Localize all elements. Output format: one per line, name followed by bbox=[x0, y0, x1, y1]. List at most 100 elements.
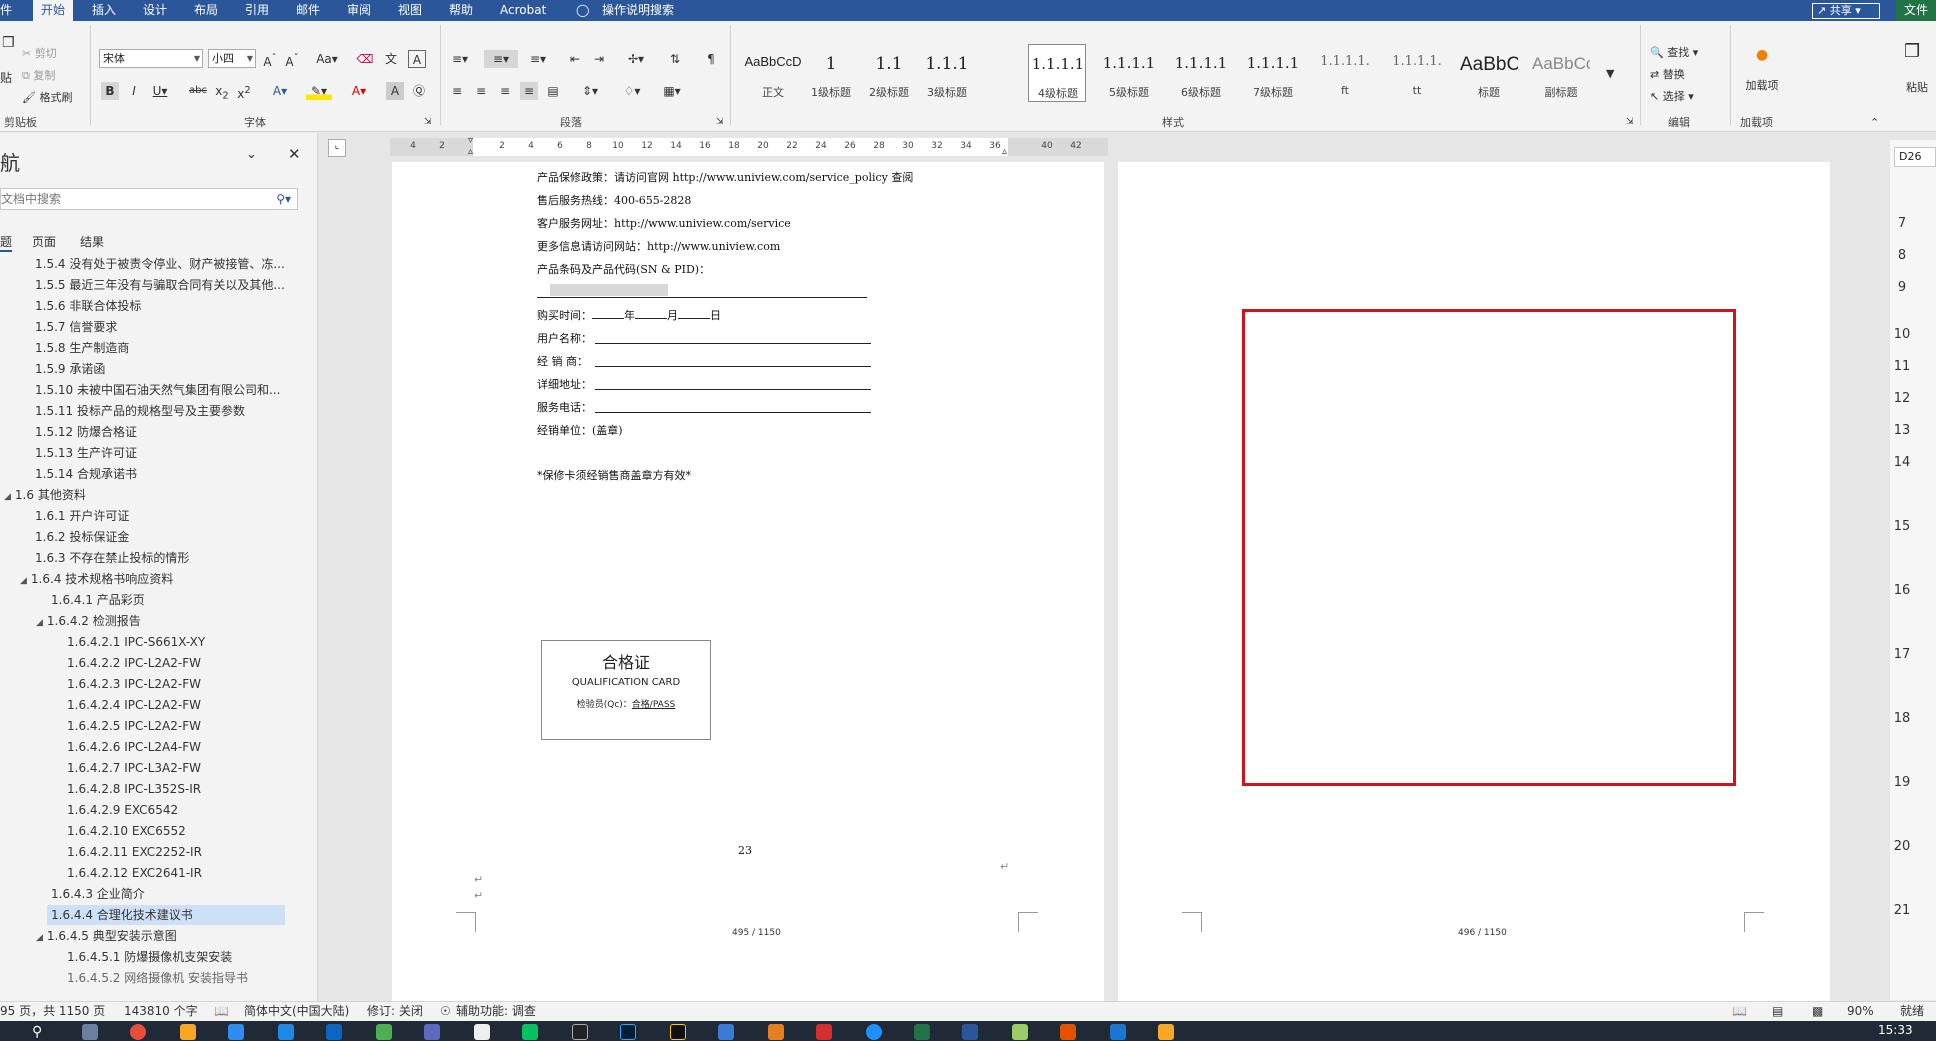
style-tile-heading-7[interactable]: 1.1.1.1 7级标题 bbox=[1244, 44, 1302, 102]
style-tile-title[interactable]: AaBbC 标题 bbox=[1460, 44, 1518, 102]
folder-icon[interactable] bbox=[1158, 1024, 1174, 1040]
align-right-button[interactable]: ≡ bbox=[496, 82, 514, 100]
row-number[interactable]: 16 bbox=[1890, 583, 1914, 598]
app-icon[interactable] bbox=[376, 1024, 392, 1040]
change-case-button[interactable]: Aa▾ bbox=[314, 50, 340, 68]
nav-item[interactable]: 1.6.4.2.11 EXC2252-IR bbox=[67, 842, 202, 862]
chrome-icon[interactable] bbox=[130, 1024, 146, 1040]
app-icon[interactable] bbox=[572, 1024, 588, 1040]
font-dialog-launcher-icon[interactable]: ⇲ bbox=[424, 117, 432, 127]
collapse-arrow-icon[interactable]: ◢ bbox=[36, 618, 43, 628]
wechat-icon[interactable] bbox=[522, 1024, 538, 1040]
distributed-button[interactable]: ▤ bbox=[544, 82, 562, 100]
nav-item[interactable]: 1.6.3 不存在禁止投标的情形 bbox=[35, 548, 189, 568]
nav-item[interactable]: 1.6.4.5.1 防爆摄像机支架安装 bbox=[67, 947, 232, 967]
paste-label[interactable]: 贴 bbox=[0, 69, 12, 86]
align-center-button[interactable]: ≡ bbox=[472, 82, 490, 100]
collapse-arrow-icon[interactable]: ◢ bbox=[20, 576, 27, 586]
style-tile-heading-5[interactable]: 1.1.1.1 5级标题 bbox=[1100, 44, 1158, 102]
nav-item[interactable]: 1.5.8 生产制造商 bbox=[35, 338, 129, 358]
search-icon[interactable]: ⚲ bbox=[32, 1024, 48, 1040]
font-name-combo[interactable]: 宋体 ▼ bbox=[99, 49, 203, 68]
app-icon[interactable] bbox=[228, 1024, 244, 1040]
qq-icon[interactable] bbox=[670, 1024, 686, 1040]
nav-item[interactable]: 1.6.4.2.12 EXC2641-IR bbox=[67, 863, 202, 883]
character-border-button[interactable]: A bbox=[408, 50, 426, 68]
tab-selector-icon[interactable]: ⌞ bbox=[328, 139, 346, 157]
web-layout-icon[interactable]: ▩ bbox=[1812, 1002, 1823, 1021]
tab-help[interactable]: 帮助 bbox=[449, 0, 473, 21]
styles-dialog-launcher-icon[interactable]: ⇲ bbox=[1626, 117, 1634, 127]
row-number[interactable]: 14 bbox=[1890, 455, 1914, 470]
addin-icon[interactable]: ● bbox=[1756, 47, 1768, 63]
right-indent-marker-icon[interactable]: ▵ bbox=[1002, 146, 1007, 157]
nav-item[interactable]: 1.5.4 没有处于被责令停业、财产被接管、冻... bbox=[35, 254, 285, 274]
app-icon[interactable] bbox=[424, 1024, 440, 1040]
horizontal-ruler[interactable]: 4 2 2 4 6 8 10 12 14 16 18 20 22 24 26 2… bbox=[390, 135, 1108, 157]
font-size-combo[interactable]: 小四 ▼ bbox=[208, 49, 256, 68]
nav-item[interactable]: 1.6.4.2.1 IPC-S661X-XY bbox=[67, 632, 205, 652]
paste-icon[interactable]: ❒ bbox=[2, 35, 15, 51]
show-marks-button[interactable]: ¶ bbox=[702, 50, 720, 68]
row-number[interactable]: 21 bbox=[1890, 903, 1914, 918]
styles-more-icon[interactable]: ▼ bbox=[1606, 67, 1614, 80]
nav-item[interactable]: 1.6.4.2.9 EXC6542 bbox=[67, 800, 178, 820]
nav-item-expandable[interactable]: ◢ 1.6.4.2 检测报告 bbox=[36, 611, 141, 631]
tab-acrobat[interactable]: Acrobat bbox=[500, 0, 546, 21]
multilevel-list-button[interactable]: ≡▾ bbox=[524, 50, 552, 68]
app-icon[interactable] bbox=[1060, 1024, 1076, 1040]
shrink-font-button[interactable]: Aˇ bbox=[284, 50, 300, 69]
close-icon[interactable]: ✕ bbox=[288, 145, 301, 163]
style-tile-heading-4[interactable]: 1.1.1.1 4级标题 bbox=[1028, 44, 1086, 102]
share-button[interactable]: ↗ 共享 ▾ bbox=[1812, 3, 1880, 19]
row-number[interactable]: 12 bbox=[1890, 391, 1914, 406]
subscript-button[interactable]: x2 bbox=[214, 82, 230, 101]
shading-button[interactable]: ♢▾ bbox=[618, 82, 646, 100]
copy-button[interactable]: ⧉ 复制 bbox=[22, 67, 55, 83]
nav-item[interactable]: 1.5.13 生产许可证 bbox=[35, 443, 137, 463]
app-icon[interactable] bbox=[278, 1024, 294, 1040]
bullets-button[interactable]: ≡▾ bbox=[448, 50, 472, 68]
nav-item[interactable]: 1.6.4.3 企业简介 bbox=[51, 884, 145, 904]
nav-item[interactable]: 1.6.4.1 产品彩页 bbox=[51, 590, 145, 610]
nav-item[interactable]: 1.6.2 投标保证金 bbox=[35, 527, 129, 547]
nav-item[interactable]: 1.5.10 未被中国石油天然气集团有限公司和... bbox=[35, 380, 285, 400]
excel-icon[interactable] bbox=[914, 1024, 930, 1040]
underline-button[interactable]: U▾ bbox=[149, 82, 171, 100]
app-icon[interactable] bbox=[718, 1024, 734, 1040]
justify-button[interactable]: ≡ bbox=[520, 82, 538, 100]
collapse-arrow-icon[interactable]: ◢ bbox=[36, 933, 43, 943]
print-layout-icon[interactable]: ▤ bbox=[1772, 1002, 1783, 1021]
find-button[interactable]: 🔍 查找 ▾ bbox=[1650, 44, 1698, 60]
clear-formatting-button[interactable]: ⌫ bbox=[356, 50, 374, 68]
highlight-button[interactable]: ✎▾ bbox=[306, 82, 332, 100]
style-tile-normal[interactable]: AaBbCcD 正文 bbox=[744, 44, 802, 102]
search-icon[interactable]: ⚲▾ bbox=[276, 189, 291, 209]
collapse-ribbon-icon[interactable]: ⌃ bbox=[1870, 116, 1879, 129]
taskbar-clock[interactable]: 15:33 bbox=[1878, 1023, 1913, 1037]
tab-view[interactable]: 视图 bbox=[398, 0, 422, 21]
nav-item[interactable]: 1.6.4.2.4 IPC-L2A2-FW bbox=[67, 695, 201, 715]
row-number[interactable]: 19 bbox=[1890, 775, 1914, 790]
row-number[interactable]: 15 bbox=[1890, 519, 1914, 534]
row-number[interactable]: 9 bbox=[1890, 280, 1914, 295]
nav-item[interactable]: 1.5.7 信誉要求 bbox=[35, 317, 117, 337]
borders-button[interactable]: ▦▾ bbox=[658, 82, 686, 100]
tab-insert[interactable]: 插入 bbox=[92, 0, 116, 21]
chinese-layout-button[interactable]: ✢▾ bbox=[622, 50, 650, 68]
accessibility-status[interactable]: 辅助功能: 调查 bbox=[456, 1002, 536, 1021]
style-tile-heading-1[interactable]: 1 1级标题 bbox=[802, 44, 860, 102]
acrobat-icon[interactable] bbox=[816, 1024, 832, 1040]
tab-references[interactable]: 引用 bbox=[245, 0, 269, 21]
superscript-button[interactable]: x2 bbox=[236, 82, 252, 101]
nav-item[interactable]: 1.6.4.2.8 IPC-L352S-IR bbox=[67, 779, 201, 799]
excel-paste-icon[interactable]: ❒ bbox=[1904, 41, 1920, 62]
photoshop-icon[interactable] bbox=[620, 1024, 636, 1040]
nav-item[interactable]: 1.6.1 开户许可证 bbox=[35, 506, 129, 526]
nav-item-expandable[interactable]: ◢ 1.6.4 技术规格书响应资料 bbox=[20, 569, 173, 589]
nav-tab-results[interactable]: 结果 bbox=[80, 233, 104, 250]
strikethrough-button[interactable]: abc bbox=[186, 82, 210, 100]
zoom-level[interactable]: 90% bbox=[1847, 1002, 1874, 1021]
task-view-icon[interactable] bbox=[82, 1024, 98, 1040]
document-page[interactable]: 产品保修政策：请访问官网 http://www.uniview.com/serv… bbox=[392, 162, 1104, 1001]
